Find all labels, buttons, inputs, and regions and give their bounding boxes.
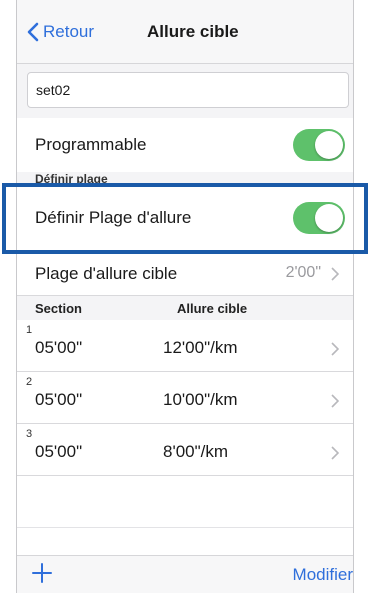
chevron-right-icon (331, 446, 339, 460)
range-section-label: Définir plage (35, 172, 108, 186)
define-range-toggle[interactable] (293, 202, 345, 234)
row-index: 2 (26, 376, 33, 388)
programmable-label: Programmable (35, 135, 147, 154)
row-index: 3 (26, 428, 33, 440)
define-range-label: Définir Plage d'allure (35, 208, 192, 227)
name-input[interactable] (27, 72, 349, 108)
row-pace: 12'00"/km (163, 338, 238, 357)
chevron-right-icon (331, 342, 339, 356)
target-range-label: Plage d'allure cible (35, 263, 178, 283)
table-row[interactable]: 3 05'00" 8'00"/km (17, 424, 353, 476)
range-section-header: Définir plage (17, 172, 353, 186)
target-range-value: 2'00" (285, 264, 321, 281)
row-section: 05'00" (35, 390, 83, 409)
name-section (17, 64, 353, 118)
page-title: Allure cible (147, 22, 239, 41)
programmable-toggle[interactable] (293, 129, 345, 161)
row-index: 1 (26, 324, 33, 336)
row-pace: 10'00"/km (163, 390, 238, 409)
back-label: Retour (43, 22, 95, 41)
section-column-header: Section (35, 301, 82, 316)
table-header: Section Allure cible (17, 298, 353, 320)
chevron-right-icon (331, 394, 339, 408)
back-button[interactable]: Retour (27, 20, 94, 44)
row-section: 05'00" (35, 338, 83, 357)
empty-row (17, 528, 353, 555)
pace-column-header: Allure cible (177, 301, 248, 316)
target-range-row[interactable]: Plage d'allure cible 2'00" (17, 252, 353, 296)
bottom-toolbar: Modifier (17, 555, 353, 593)
chevron-left-icon (27, 22, 39, 42)
chevron-right-icon (331, 267, 339, 281)
empty-row (17, 476, 353, 528)
define-range-row: Définir Plage d'allure (17, 186, 353, 250)
table-row[interactable]: 2 05'00" 10'00"/km (17, 372, 353, 424)
programmable-row: Programmable (17, 118, 353, 172)
modify-button[interactable]: Modifier (293, 565, 353, 585)
row-section: 05'00" (35, 442, 83, 461)
plus-icon[interactable] (31, 562, 53, 584)
row-pace: 8'00"/km (163, 442, 229, 461)
table-row[interactable]: 1 05'00" 12'00"/km (17, 320, 353, 372)
screen: Retour Allure cible Programmable Définir… (16, 0, 354, 593)
navigation-bar: Retour Allure cible (17, 0, 353, 64)
